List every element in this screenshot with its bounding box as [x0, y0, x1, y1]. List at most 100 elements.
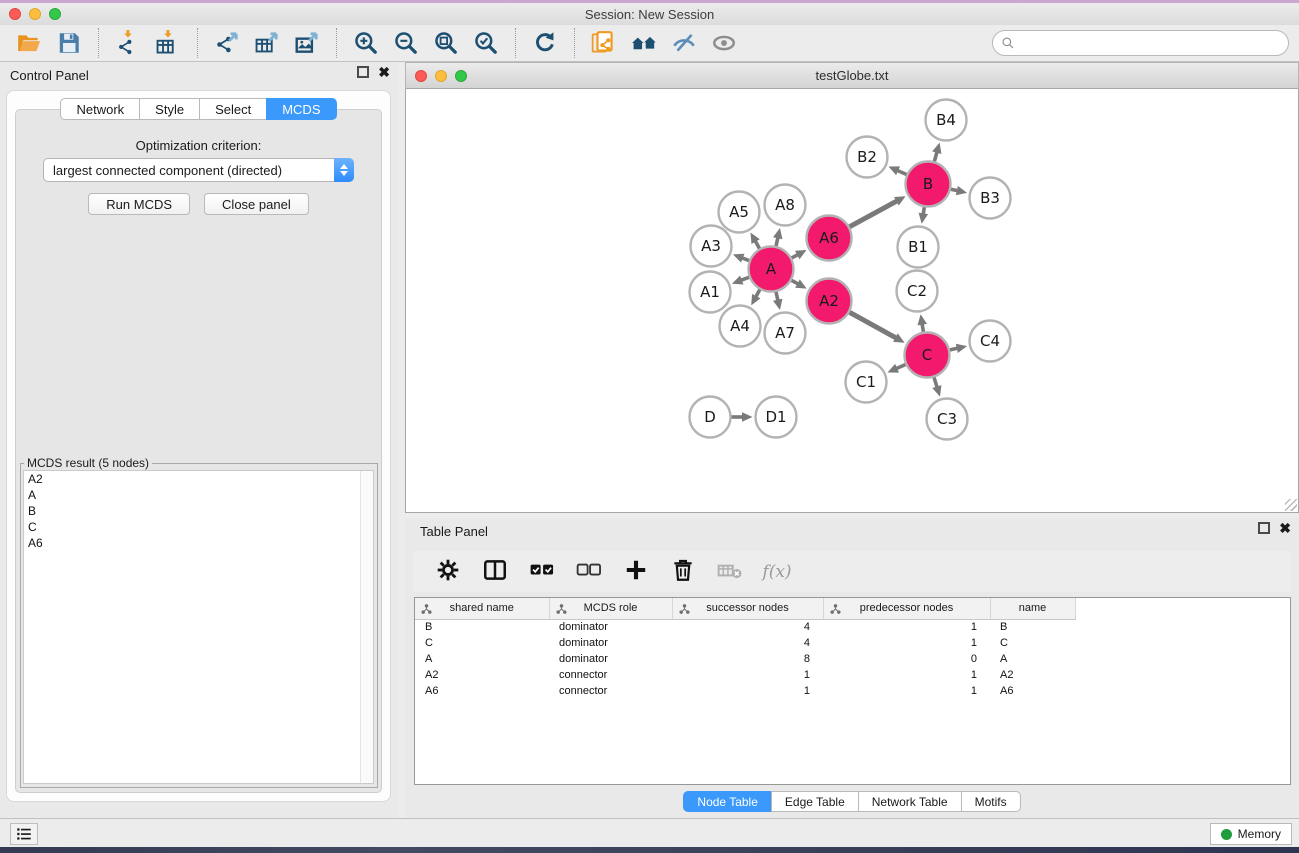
table-cell[interactable]: A2	[415, 667, 549, 683]
table-cell[interactable]: connector	[549, 667, 672, 683]
table-cell[interactable]: 1	[823, 683, 990, 699]
network-file-button[interactable]	[588, 28, 620, 58]
graph-node-C2[interactable]: C2	[897, 271, 938, 312]
graph-edge-A-A7[interactable]	[776, 291, 778, 301]
table-cell[interactable]: 1	[823, 667, 990, 683]
table-cell[interactable]: dominator	[549, 635, 672, 651]
tab-edge-table[interactable]: Edge Table	[771, 791, 859, 812]
table-cell[interactable]: B	[990, 619, 1075, 635]
hide-details-button[interactable]	[668, 28, 700, 58]
result-list-item[interactable]: A6	[24, 535, 373, 551]
table-cell[interactable]: 4	[672, 635, 823, 651]
graph-node-C4[interactable]: C4	[970, 321, 1011, 362]
graph-node-A6[interactable]: A6	[807, 216, 852, 261]
graph-edge-A-A4[interactable]	[756, 289, 760, 297]
tab-motifs[interactable]: Motifs	[961, 791, 1021, 812]
graph-edge-C-C3[interactable]	[934, 376, 937, 387]
zoom-fit-button[interactable]	[430, 28, 462, 58]
refresh-button[interactable]	[529, 28, 561, 58]
table-cell[interactable]: B	[415, 619, 549, 635]
zoom-out-button[interactable]	[390, 28, 422, 58]
table-cell[interactable]: 1	[672, 683, 823, 699]
float-panel-icon[interactable]	[357, 66, 369, 78]
graph-edge-A-A6[interactable]	[791, 254, 798, 258]
close-panel-icon[interactable]: ✖	[378, 66, 390, 78]
result-list-item[interactable]: B	[24, 503, 373, 519]
optimization-criterion-dropdown[interactable]: largest connected component (directed)	[43, 158, 354, 182]
run-mcds-button[interactable]: Run MCDS	[88, 193, 190, 215]
graph-edge-A-A3[interactable]	[742, 258, 750, 261]
table-close-panel-icon[interactable]: ✖	[1279, 522, 1291, 534]
search-input[interactable]	[1020, 33, 1288, 53]
graph-node-B[interactable]: B	[906, 162, 951, 207]
table-cell[interactable]: C	[415, 635, 549, 651]
checks-off-button[interactable]	[574, 557, 604, 587]
import-network-button[interactable]	[112, 28, 144, 58]
result-list-item[interactable]: A	[24, 487, 373, 503]
result-list-item[interactable]: C	[24, 519, 373, 535]
table-cell[interactable]: 1	[823, 619, 990, 635]
column-header-name[interactable]: name	[990, 598, 1075, 619]
network-window-titlebar[interactable]: testGlobe.txt	[405, 62, 1299, 89]
graph-edge-A-A1[interactable]	[741, 277, 750, 280]
tab-mcds[interactable]: MCDS	[266, 98, 336, 120]
graph-edge-A-A2[interactable]	[791, 280, 799, 284]
close-panel-button[interactable]: Close panel	[204, 193, 309, 215]
graph-node-B2[interactable]: B2	[847, 137, 888, 178]
graph-node-D1[interactable]: D1	[756, 397, 797, 438]
tab-style[interactable]: Style	[139, 98, 200, 120]
column-header-shared-name[interactable]: shared name	[415, 598, 549, 619]
tab-select[interactable]: Select	[199, 98, 267, 120]
table-cell[interactable]: A6	[415, 683, 549, 699]
save-button[interactable]	[53, 28, 85, 58]
graph-node-B4[interactable]: B4	[926, 100, 967, 141]
graph-node-A5[interactable]: A5	[719, 192, 760, 233]
graph-node-A1[interactable]: A1	[690, 272, 731, 313]
table-float-panel-icon[interactable]	[1258, 522, 1270, 534]
column-header-predecessor-nodes[interactable]: predecessor nodes	[823, 598, 990, 619]
graph-edge-B-B3[interactable]	[950, 189, 958, 191]
column-header-successor-nodes[interactable]: successor nodes	[672, 598, 823, 619]
graph-edge-C-C2[interactable]	[922, 324, 923, 333]
graph-edge-A2-C[interactable]	[849, 312, 897, 338]
graph-node-C3[interactable]: C3	[927, 399, 968, 440]
tab-node-table[interactable]: Node Table	[683, 791, 772, 812]
search-field[interactable]	[992, 30, 1289, 56]
table-cell[interactable]: A2	[990, 667, 1075, 683]
graph-edge-C-C4[interactable]	[949, 348, 958, 350]
graph-edge-A-A5[interactable]	[755, 241, 760, 250]
graph-edge-B-B1[interactable]	[923, 206, 924, 214]
result-list-scrollbar[interactable]	[360, 471, 373, 783]
table-cell[interactable]: 0	[823, 651, 990, 667]
graph-node-C1[interactable]: C1	[846, 362, 887, 403]
task-history-button[interactable]	[10, 823, 38, 845]
graph-edge-C-C1[interactable]	[896, 364, 906, 369]
graph-node-A[interactable]: A	[749, 247, 794, 292]
graph-node-D[interactable]: D	[690, 397, 731, 438]
table-cell[interactable]: 1	[672, 667, 823, 683]
table-cell[interactable]: A	[415, 651, 549, 667]
checks-on-button[interactable]	[527, 557, 557, 587]
graph-node-A4[interactable]: A4	[720, 306, 761, 347]
show-details-button[interactable]	[708, 28, 740, 58]
network-canvas[interactable]: B4B2BB3B1A5A8A6A3AA1A2C2A4A7C4CC1C3DD1	[405, 89, 1299, 513]
graph-edge-A6-B[interactable]	[849, 201, 898, 227]
import-table-button[interactable]	[152, 28, 184, 58]
graph-edge-A-A8[interactable]	[776, 237, 778, 247]
table-cell[interactable]: A	[990, 651, 1075, 667]
resize-grip[interactable]	[1285, 499, 1297, 511]
graph-node-B3[interactable]: B3	[970, 178, 1011, 219]
graph-node-C[interactable]: C	[905, 333, 950, 378]
table-cell[interactable]: C	[990, 635, 1075, 651]
table-cell[interactable]: 1	[823, 635, 990, 651]
trash-button[interactable]	[668, 557, 698, 587]
graph-node-A2[interactable]: A2	[807, 279, 852, 324]
table-cell[interactable]: dominator	[549, 619, 672, 635]
graph-edge-B-B2[interactable]	[897, 170, 907, 175]
plus-button[interactable]	[621, 557, 651, 587]
open-folder-button[interactable]	[13, 28, 45, 58]
zoom-selected-button[interactable]	[470, 28, 502, 58]
export-table-button[interactable]	[251, 28, 283, 58]
memory-button[interactable]: Memory	[1210, 823, 1292, 845]
tab-network-table[interactable]: Network Table	[858, 791, 962, 812]
